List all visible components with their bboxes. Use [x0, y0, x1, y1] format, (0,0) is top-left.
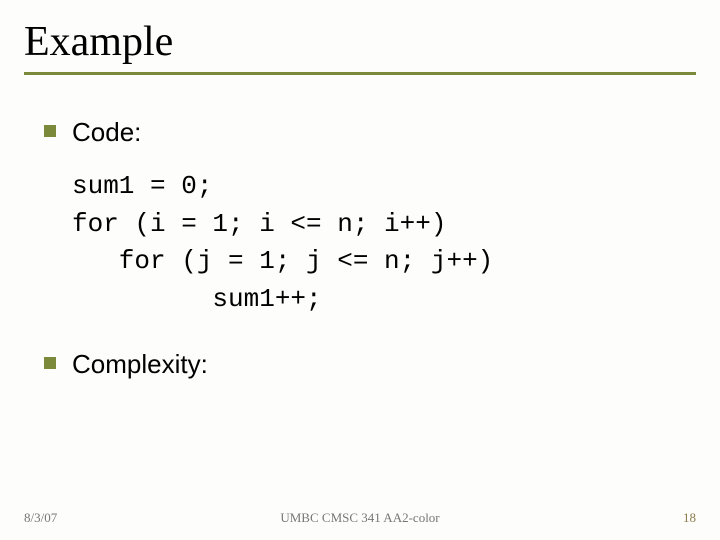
- footer-course: UMBC CMSC 341 AA2-color: [0, 510, 720, 526]
- slide: Example Code: sum1 = 0; for (i = 1; i <=…: [0, 0, 720, 540]
- square-bullet-icon: [44, 125, 56, 137]
- footer-page: 18: [683, 510, 696, 526]
- square-bullet-icon: [44, 357, 56, 369]
- bullet-label: Code:: [72, 115, 141, 150]
- bullet-label: Complexity:: [72, 347, 208, 382]
- page-title: Example: [24, 18, 696, 66]
- bullet-item: Complexity:: [44, 347, 696, 382]
- code-block: sum1 = 0; for (i = 1; i <= n; i++) for (…: [72, 168, 696, 319]
- title-underline: [24, 72, 696, 75]
- content-area: Code: sum1 = 0; for (i = 1; i <= n; i++)…: [24, 115, 696, 382]
- bullet-item: Code:: [44, 115, 696, 150]
